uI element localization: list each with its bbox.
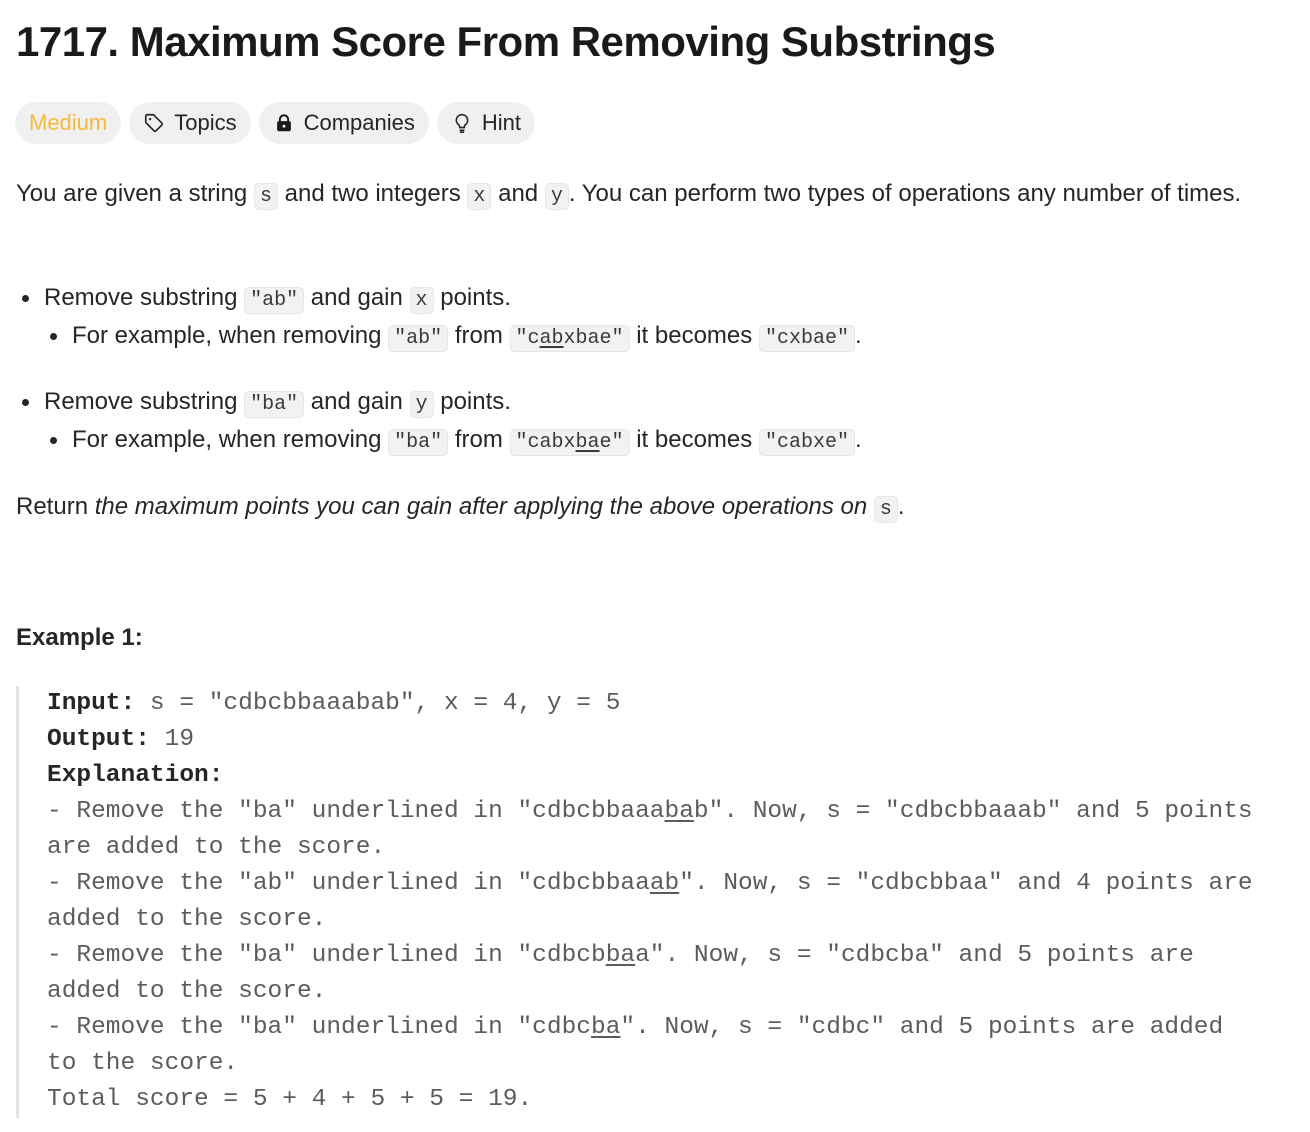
- lock-icon: [276, 114, 291, 132]
- intro-paragraph: You are given a string s and two integer…: [16, 175, 1286, 215]
- text: .: [897, 493, 905, 520]
- text: Remove substring: [44, 388, 245, 415]
- topics-label: Topics: [174, 110, 237, 135]
- inline-code: "cabxe": [758, 429, 855, 456]
- inline-code: "cabxbae": [509, 325, 630, 352]
- inline-code-x: x: [467, 183, 492, 210]
- tag-icon: [145, 113, 164, 133]
- text: - Remove the "ba" underlined in "cdbcb: [47, 942, 606, 969]
- example-output-line: Output: 19: [47, 722, 1306, 758]
- text: points.: [433, 284, 511, 311]
- output-label: Output:: [47, 726, 150, 753]
- inline-code: "ab": [244, 287, 305, 314]
- input-label: Input:: [47, 690, 136, 717]
- explanation-step-cont: added to the score.: [47, 978, 327, 1005]
- text: and: [491, 180, 545, 207]
- emphasis-text: the maximum points you can gain after ap…: [94, 493, 868, 520]
- text: . You can perform two types of operation…: [568, 180, 1242, 207]
- text: "c: [515, 327, 540, 350]
- text: For example, when removing: [72, 426, 389, 453]
- bullet-dot: [50, 437, 57, 444]
- text: - Remove the "ab" underlined in "cdbcbba…: [47, 870, 650, 897]
- explanation-step-cont: are added to the score.: [47, 834, 386, 861]
- lightbulb-icon: [455, 113, 469, 133]
- explanation-step-cont: added to the score.: [47, 906, 327, 933]
- inline-code: "ba": [244, 391, 305, 418]
- hint-label: Hint: [481, 110, 522, 135]
- text: a". Now, s = "cdbcba" and 5 points are: [635, 942, 1194, 969]
- text: - Remove the "ba" underlined in "cdbcbba…: [47, 798, 665, 825]
- text: from: [448, 322, 510, 349]
- hint-button[interactable]: Hint: [436, 102, 536, 144]
- text: and two integers: [277, 180, 468, 207]
- text: Remove substring: [44, 284, 245, 311]
- text: it becomes: [629, 322, 759, 349]
- text: "cabx: [515, 431, 576, 454]
- underlined-text: ab: [539, 327, 564, 350]
- text: xbae": [563, 327, 624, 350]
- text: points.: [433, 388, 511, 415]
- text: - Remove the "ba" underlined in "cdbc: [47, 1014, 591, 1041]
- text: For example, when removing: [72, 322, 389, 349]
- text: You are given a string: [16, 180, 254, 207]
- inline-code: "cxbae": [758, 325, 855, 352]
- underlined-text: ba: [575, 431, 600, 454]
- underlined-text: ab: [649, 870, 680, 897]
- text: .: [854, 426, 862, 453]
- text: b". Now, s = "cdbcbbaaab" and 5 points: [693, 798, 1253, 825]
- bullet-dot: [22, 399, 29, 406]
- problem-tags: Medium Topics Companies Hint: [15, 102, 536, 144]
- text: ". Now, s = "cdbcbbaa" and 4 points are: [679, 870, 1253, 897]
- list-item: Remove substring "ba" and gain y points.: [16, 383, 862, 421]
- text: .: [854, 322, 862, 349]
- underlined-text: ba: [664, 798, 694, 825]
- example-1-heading: Example 1:: [16, 624, 143, 651]
- underlined-text: ba: [591, 1014, 621, 1041]
- operation-list-ab: Remove substring "ab" and gain x points.…: [16, 279, 862, 355]
- explanation-step: - Remove the "ba" underlined in "cdbcbba…: [47, 794, 1306, 830]
- text: Return: [16, 493, 95, 520]
- explanation-label: Explanation:: [47, 758, 1306, 794]
- text: e": [599, 431, 624, 454]
- list-item: Remove substring "ab" and gain x points.: [16, 279, 862, 317]
- inline-code-y: y: [544, 183, 569, 210]
- text: [867, 493, 874, 520]
- inline-code: y: [409, 391, 434, 418]
- difficulty-badge: Medium: [15, 102, 122, 144]
- input-value: s = "cdbcbbaaabab", x = 4, y = 5: [135, 690, 621, 717]
- inline-code: "cabxbae": [509, 429, 630, 456]
- text: it becomes: [629, 426, 759, 453]
- inline-code: "ab": [388, 325, 449, 352]
- problem-title: 1717. Maximum Score From Removing Substr…: [16, 18, 996, 65]
- inline-code-s: s: [873, 496, 898, 523]
- explanation-step: - Remove the "ba" underlined in "cdbcba"…: [47, 1010, 1306, 1046]
- explanation-step-cont: to the score.: [47, 1050, 239, 1077]
- explanation-step: - Remove the "ba" underlined in "cdbcbba…: [47, 938, 1306, 974]
- inline-code: "ba": [388, 429, 449, 456]
- topics-button[interactable]: Topics: [129, 102, 251, 144]
- total-score-line: Total score = 5 + 4 + 5 + 5 = 19.: [47, 1086, 533, 1113]
- list-item: For example, when removing "ab" from "ca…: [16, 317, 862, 355]
- inline-code: x: [409, 287, 434, 314]
- text: ". Now, s = "cdbc" and 5 points are adde…: [620, 1014, 1224, 1041]
- text: and gain: [304, 284, 410, 311]
- bullet-dot: [50, 333, 57, 340]
- text: from: [448, 426, 510, 453]
- operation-list-ba: Remove substring "ba" and gain y points.…: [16, 383, 862, 459]
- example-input-line: Input: s = "cdbcbbaaabab", x = 4, y = 5: [47, 686, 1306, 722]
- return-paragraph: Return the maximum points you can gain a…: [16, 488, 1286, 528]
- list-item: For example, when removing "ba" from "ca…: [16, 421, 862, 459]
- explanation-label-text: Explanation:: [47, 762, 224, 789]
- output-value: 19: [149, 726, 195, 753]
- inline-code-s: s: [253, 183, 278, 210]
- companies-button[interactable]: Companies: [258, 102, 429, 144]
- example-1-block: Input: s = "cdbcbbaaabab", x = 4, y = 5O…: [16, 686, 1306, 1118]
- explanation-step: - Remove the "ab" underlined in "cdbcbba…: [47, 866, 1306, 902]
- underlined-text: ba: [605, 942, 636, 969]
- text: and gain: [304, 388, 410, 415]
- bullet-dot: [22, 295, 29, 302]
- companies-label: Companies: [303, 110, 415, 135]
